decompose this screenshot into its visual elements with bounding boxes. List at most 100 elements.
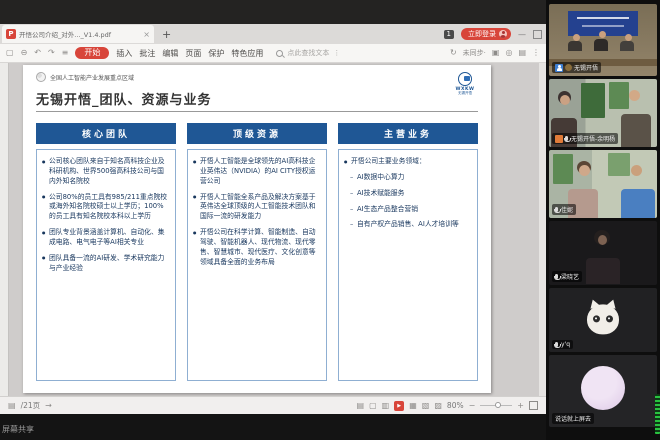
org-emblem-icon [565, 64, 572, 71]
participant-name: 说话就上屏去 [555, 414, 591, 423]
bullet: 开悟人工智能是全球领先的AI高科技企业英伟达（NVIDIA）的AI CITY授权… [193, 157, 321, 187]
zoom-level[interactable]: 80% [447, 401, 464, 410]
cat-avatar [587, 304, 619, 334]
participant-tile[interactable]: y'q [549, 288, 657, 352]
fit-page-icon[interactable] [529, 401, 538, 410]
new-tab-button[interactable]: + [162, 28, 171, 41]
participant-name-chip: 无锡开悟 [552, 62, 601, 73]
sub-bullet: 自有产权产品销售、AI人才培训等 [344, 220, 472, 230]
participant-tile[interactable]: 梁晓艺 [549, 221, 657, 285]
participant-name-chip: 说话就上屏去 [552, 413, 594, 424]
document-viewport[interactable]: 全国人工智能产业发展重点区域 无锡开悟_团队、资源与业务 WXKW 无锡开悟 核… [0, 63, 546, 396]
participant-name: 梁晓艺 [561, 272, 579, 281]
wps-tab-bar: P 开悟公司介绍_对外..._V1.4.pdf × + 1 立即登录 — [0, 24, 546, 44]
slide-small-logo-icon [36, 72, 46, 82]
column-main-business: 主营业务 开悟公司主要业务领域： AI数据中心算力 AI技术赋能服务 AI生态产… [338, 123, 478, 381]
document-tab-title: 开悟公司介绍_对外..._V1.4.pdf [19, 29, 140, 39]
column-core-team: 核心团队 公司核心团队来自于知名高科技企业及科研机构、世界500强高科技公司与国… [36, 123, 176, 381]
microphone-icon [555, 342, 558, 347]
undo-icon[interactable]: ↶ [34, 49, 41, 57]
participant-icon [555, 64, 563, 72]
tab-insert[interactable]: 插入 [116, 48, 132, 59]
participant-tile[interactable]: 说话就上屏去 [549, 355, 657, 427]
sub-bullet: AI生态产品整合营销 [344, 205, 472, 215]
meeting-participants-panel: 无锡开悟 无锡开悟-余明杨 佳妮 梁 [546, 0, 660, 440]
microphone-icon [555, 207, 558, 212]
find-text-search[interactable]: 点此查找文本 ⋮ [276, 48, 340, 58]
zoom-slider-knob[interactable] [495, 402, 501, 408]
minimize-button[interactable]: — [518, 30, 526, 39]
print-icon[interactable]: ⊖ [21, 49, 28, 57]
view-mode-icon-6[interactable]: ▨ [434, 402, 442, 410]
participant-name: 无锡开悟 [574, 63, 598, 72]
screen-share-label[interactable]: 屏幕共享 [2, 424, 34, 435]
view-mode-icon-4[interactable]: ▦ [409, 402, 417, 410]
participant-tile[interactable]: 无锡开悟-余明杨 [549, 79, 657, 147]
sync-icon[interactable]: ↻ [450, 49, 457, 57]
login-button-label: 立即登录 [468, 31, 496, 38]
close-tab-icon[interactable]: × [143, 30, 150, 39]
share-icon[interactable]: ▣ [492, 49, 500, 57]
org-badge-icon [555, 135, 563, 143]
column-header: 核心团队 [36, 123, 176, 144]
zoom-out-icon[interactable]: − [469, 402, 476, 410]
slide-eyebrow-text: 全国人工智能产业发展重点区域 [50, 73, 134, 82]
company-logo-icon [458, 72, 472, 86]
zoom-slider[interactable] [480, 405, 512, 406]
more-icon[interactable]: ⋮ [532, 49, 540, 57]
participant-name-chip: 无锡开悟-余明杨 [552, 133, 618, 144]
search-more-icon[interactable]: ⋮ [333, 49, 340, 57]
view-mode-icon-2[interactable]: ▢ [369, 402, 377, 410]
column-top-resources: 顶级资源 开悟人工智能是全球领先的AI高科技企业英伟达（NVIDIA）的AI C… [187, 123, 327, 381]
bullet: 公司核心团队来自于知名高科技企业及科研机构、世界500强高科技公司与国内外知名院… [42, 157, 170, 187]
bullet: 开悟人工智能全系产品及解决方案基于英伟达全球顶级的人工智能技术团队和国际一流的研… [193, 193, 321, 223]
view-mode-icon-3[interactable]: ▥ [382, 402, 390, 410]
slide-title: 无锡开悟_团队、资源与业务 [36, 89, 212, 108]
menu-icon[interactable]: ≡ [62, 49, 69, 57]
company-logo: WXKW 无锡开悟 [452, 72, 478, 96]
participant-tile[interactable]: 佳妮 [549, 150, 657, 218]
settings-icon[interactable]: ◎ [505, 49, 512, 57]
file-icon[interactable]: ▢ [6, 49, 14, 57]
bullet: 公司80%的员工具有985/211重点院校或海外知名院校硕士以上学历；100%的… [42, 193, 170, 223]
login-button[interactable]: 立即登录 [461, 28, 511, 40]
participant-name: y'q [561, 341, 570, 348]
search-placeholder: 点此查找文本 [287, 48, 329, 58]
pdf-file-icon: P [6, 29, 16, 39]
right-rail [539, 63, 546, 396]
comment-panel-icon[interactable]: ▤ [518, 49, 526, 57]
participant-name: 佳妮 [561, 205, 573, 214]
avatar-icon [499, 30, 507, 38]
zoom-in-icon[interactable]: + [517, 402, 524, 410]
bullet: 团队具备一流的AI研发、学术研究能力与产业经验 [42, 254, 170, 274]
microphone-icon [555, 274, 558, 279]
play-slideshow-button[interactable]: ▶ [394, 401, 404, 411]
participant-name: 无锡开悟-余明杨 [571, 134, 615, 143]
page-indicator[interactable]: /21页 [21, 400, 41, 411]
audio-level-meter [655, 394, 660, 434]
window-count-badge[interactable]: 1 [444, 30, 454, 39]
wps-ribbon: ▢ ⊖ ↶ ↷ ≡ 开始 插入 批注 编辑 页面 保护 特色应用 点此查找文本 … [0, 44, 546, 63]
slide-page: 全国人工智能产业发展重点区域 无锡开悟_团队、资源与业务 WXKW 无锡开悟 核… [23, 65, 491, 393]
participant-tile-meeting-room[interactable]: 无锡开悟 [549, 4, 657, 76]
tab-special-apps[interactable]: 特色应用 [231, 48, 263, 59]
restore-button[interactable] [533, 30, 542, 39]
redo-icon[interactable]: ↷ [48, 49, 55, 57]
tab-comment[interactable]: 批注 [139, 48, 155, 59]
view-mode-icon-1[interactable]: ▤ [357, 402, 365, 410]
desktop-top-strip [0, 0, 546, 24]
participant-name-chip: 梁晓艺 [552, 271, 582, 282]
tab-edit[interactable]: 编辑 [162, 48, 178, 59]
view-mode-icon-5[interactable]: ▧ [422, 402, 430, 410]
sync-status: 未同步· [463, 48, 486, 58]
column-header: 顶级资源 [187, 123, 327, 144]
microphone-icon [565, 136, 568, 141]
column-header: 主营业务 [338, 123, 478, 144]
tab-page[interactable]: 页面 [185, 48, 201, 59]
tab-start[interactable]: 开始 [75, 47, 109, 59]
tab-protect[interactable]: 保护 [208, 48, 224, 59]
next-page-icon[interactable]: → [45, 402, 52, 410]
document-tab[interactable]: P 开悟公司介绍_对外..._V1.4.pdf × [2, 25, 154, 43]
bullet: 开悟公司主要业务领域： [344, 157, 472, 167]
avatar-circle [581, 366, 625, 410]
